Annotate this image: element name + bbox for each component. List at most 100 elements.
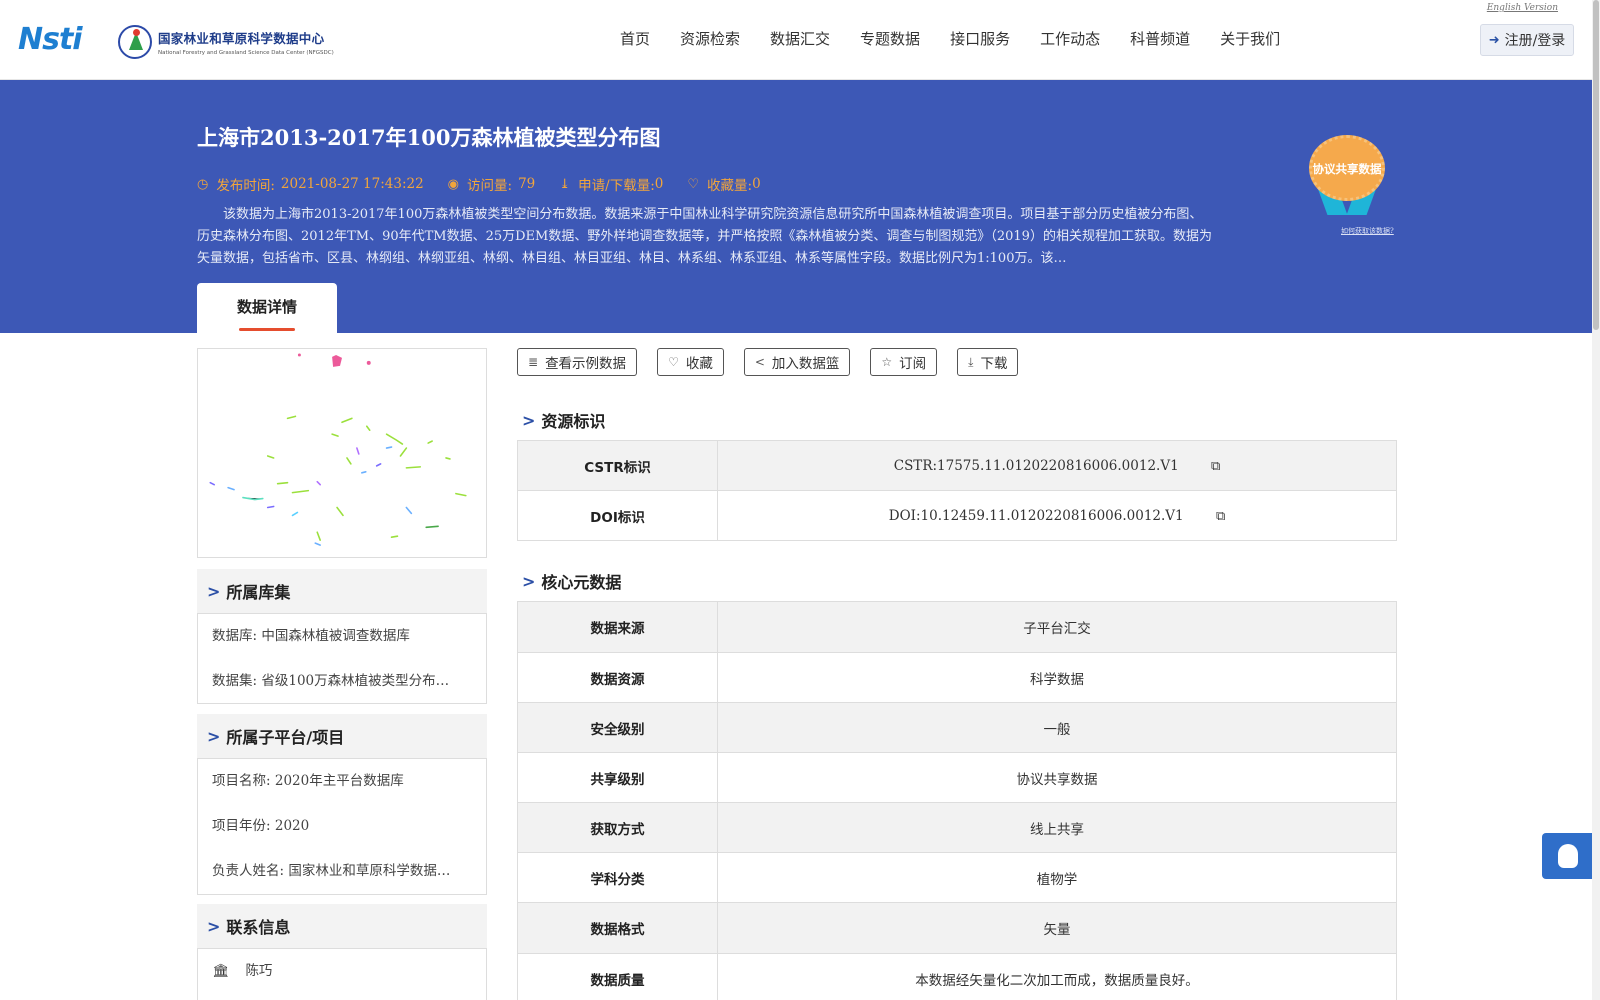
badge-text: 协议共享数据: [1312, 162, 1382, 176]
nav-resource-search[interactable]: 资源检索: [680, 28, 740, 49]
nav-science[interactable]: 科普频道: [1130, 28, 1190, 49]
qq-chat-button[interactable]: [1542, 833, 1594, 879]
cstr-value-cell: CSTR:17575.11.0120220816006.0012.V1 ⧉: [717, 440, 1397, 491]
nfgsdc-logo[interactable]: 国家林业和草原科学数据中心 National Forestry and Gras…: [118, 22, 334, 62]
library-title: 所属库集: [226, 583, 291, 602]
qq-penguin-icon: [1558, 844, 1578, 868]
visits-value: 79: [518, 176, 536, 192]
map-thumbnail-image: [209, 353, 467, 546]
resource-id-title: 资源标识: [541, 412, 606, 431]
table-row: 数据资源 科学数据: [517, 652, 1397, 703]
table-row: 数据格式 矢量: [517, 902, 1397, 954]
meta-bar: ◷ 发布时间: 2021-08-27 17:43:22 ◉ 访问量: 79 ⤓ …: [197, 174, 785, 194]
favorites-label: 收藏量:: [707, 178, 753, 194]
project-owner-row: 负责人姓名: 国家林业和草原科学数据…: [212, 863, 451, 879]
nsti-logo[interactable]: Nsti: [18, 22, 98, 57]
copy-icon[interactable]: ⧉: [1216, 509, 1225, 524]
star-icon: ☆: [881, 355, 893, 369]
logo-cn-title: 国家林业和草原科学数据中心: [158, 31, 325, 46]
table-row: 数据质量 本数据经矢量化二次加工而成，数据质量良好。: [517, 953, 1397, 1000]
add-to-basket-button[interactable]: < 加入数据篮: [743, 348, 851, 376]
publish-time: ◷ 发布时间: 2021-08-27 17:43:22: [197, 174, 424, 194]
subscribe-button[interactable]: ☆ 订阅: [870, 348, 938, 376]
dataset-description: 该数据为上海市2013-2017年100万森林植被类型空间分布数据。数据来源于中…: [197, 207, 1212, 266]
nav-home[interactable]: 首页: [620, 28, 650, 49]
logo-en-title: National Forestry and Grassland Science …: [158, 50, 334, 56]
favorites-value: 0: [752, 176, 761, 192]
chevron-right-icon: >: [522, 410, 536, 430]
how-to-get-data-link[interactable]: 如何获取该数据?: [1341, 226, 1394, 236]
resource-id-header: > 资源标识: [522, 408, 605, 432]
library-database-row: 数据库: 中国森林植被调查数据库: [212, 628, 410, 644]
english-version-link[interactable]: English Version: [1487, 3, 1558, 13]
library-dataset-row: 数据集: 省级100万森林植被类型分布…: [212, 673, 450, 689]
agreement-share-badge: 协议共享数据: [1306, 135, 1390, 219]
tab-data-details[interactable]: 数据详情: [197, 283, 337, 333]
share-icon: <: [754, 355, 765, 369]
heart-icon: ♡: [668, 355, 679, 369]
core-metadata-title: 核心元数据: [541, 573, 622, 592]
institution-icon: 🏛: [212, 963, 230, 979]
login-button[interactable]: ➜ 注册/登录: [1480, 24, 1574, 56]
clock-icon: ◷: [197, 176, 209, 192]
page-scrollbar[interactable]: [1592, 0, 1600, 1000]
cstr-key: CSTR标识: [517, 440, 718, 491]
project-name-row: 项目名称: 2020年主平台数据库: [212, 773, 404, 789]
download-button[interactable]: ⤓ 下载: [957, 348, 1019, 376]
core-metadata-table: 数据来源 子平台汇交 数据资源 科学数据 安全级别 一般 共享级别 协议共享数据…: [517, 601, 1397, 1000]
database-link[interactable]: 中国森林植被调查数据库: [261, 628, 410, 644]
table-row: DOI标识 DOI:10.12459.11.0120220816006.0012…: [517, 490, 1397, 541]
database-icon: ≣: [528, 355, 539, 369]
project-title: 所属子平台/项目: [226, 728, 345, 747]
library-info-box: 数据库: 中国森林植被调查数据库 数据集: 省级100万森林植被类型分布…: [197, 613, 487, 704]
chevron-right-icon: >: [207, 581, 221, 601]
download-icon: ⤓: [968, 354, 974, 369]
tab-label: 数据详情: [236, 298, 297, 316]
library-section-header: > 所属库集: [197, 569, 487, 613]
core-metadata-header: > 核心元数据: [522, 569, 621, 593]
nav-about[interactable]: 关于我们: [1220, 28, 1280, 49]
contact-name: 陈巧: [245, 963, 273, 979]
scrollbar-thumb[interactable]: [1593, 0, 1599, 330]
top-header: Nsti 国家林业和草原科学数据中心 National Forestry and…: [0, 0, 1600, 80]
page-title: 上海市2013-2017年100万森林植被类型分布图: [197, 125, 661, 150]
cstr-value: CSTR:17575.11.0120220816006.0012.V1: [893, 457, 1179, 474]
login-label: 注册/登录: [1504, 33, 1566, 49]
downloads-label: 申请/下载量:: [578, 178, 655, 194]
nfgsdc-emblem-icon: [118, 25, 152, 59]
eye-icon: ◉: [447, 176, 460, 192]
table-row: 共享级别 协议共享数据: [517, 752, 1397, 803]
nav-news[interactable]: 工作动态: [1040, 28, 1100, 49]
doi-value: DOI:10.12459.11.0120220816006.0012.V1: [888, 507, 1184, 524]
sign-in-icon: ➜: [1488, 32, 1500, 48]
contact-title: 联系信息: [226, 918, 291, 937]
chevron-right-icon: >: [522, 571, 536, 591]
nav-api-service[interactable]: 接口服务: [950, 28, 1010, 49]
nav-topic-data[interactable]: 专题数据: [860, 28, 920, 49]
publish-value: 2021-08-27 17:43:22: [280, 176, 424, 192]
copy-icon[interactable]: ⧉: [1211, 459, 1220, 474]
action-bar: ≣ 查看示例数据 ♡ 收藏 < 加入数据篮 ☆ 订阅 ⤓ 下载: [517, 348, 1038, 376]
table-row: 学科分类 植物学: [517, 852, 1397, 903]
publish-label: 发布时间:: [216, 178, 275, 194]
dataset-link[interactable]: 省级100万森林植被类型分布…: [261, 673, 449, 689]
resource-id-table: CSTR标识 CSTR:17575.11.0120220816006.0012.…: [517, 440, 1397, 541]
chevron-right-icon: >: [207, 916, 221, 936]
contact-section-header: > 联系信息: [197, 904, 487, 948]
table-row: 安全级别 一般: [517, 702, 1397, 753]
view-sample-button[interactable]: ≣ 查看示例数据: [517, 348, 638, 376]
nav-data-submit[interactable]: 数据汇交: [770, 28, 830, 49]
table-row: 数据来源 子平台汇交: [517, 601, 1397, 653]
visits-label: 访问量:: [467, 178, 513, 194]
doi-value-cell: DOI:10.12459.11.0120220816006.0012.V1 ⧉: [717, 490, 1397, 541]
table-row: CSTR标识 CSTR:17575.11.0120220816006.0012.…: [517, 440, 1397, 491]
contact-info-box: 🏛 陈巧: [197, 948, 487, 1000]
project-year-row: 项目年份: 2020: [212, 818, 310, 834]
favorite-button[interactable]: ♡ 收藏: [657, 348, 724, 376]
map-thumbnail[interactable]: [197, 348, 487, 558]
doi-key: DOI标识: [517, 490, 718, 541]
project-info-box: 项目名称: 2020年主平台数据库 项目年份: 2020 负责人姓名: 国家林业…: [197, 758, 487, 895]
main-nav: 首页 资源检索 数据汇交 专题数据 接口服务 工作动态 科普频道 关于我们: [620, 28, 1310, 49]
tab-active-indicator: [239, 328, 295, 331]
nsti-logo-text: Nsti: [18, 22, 83, 57]
